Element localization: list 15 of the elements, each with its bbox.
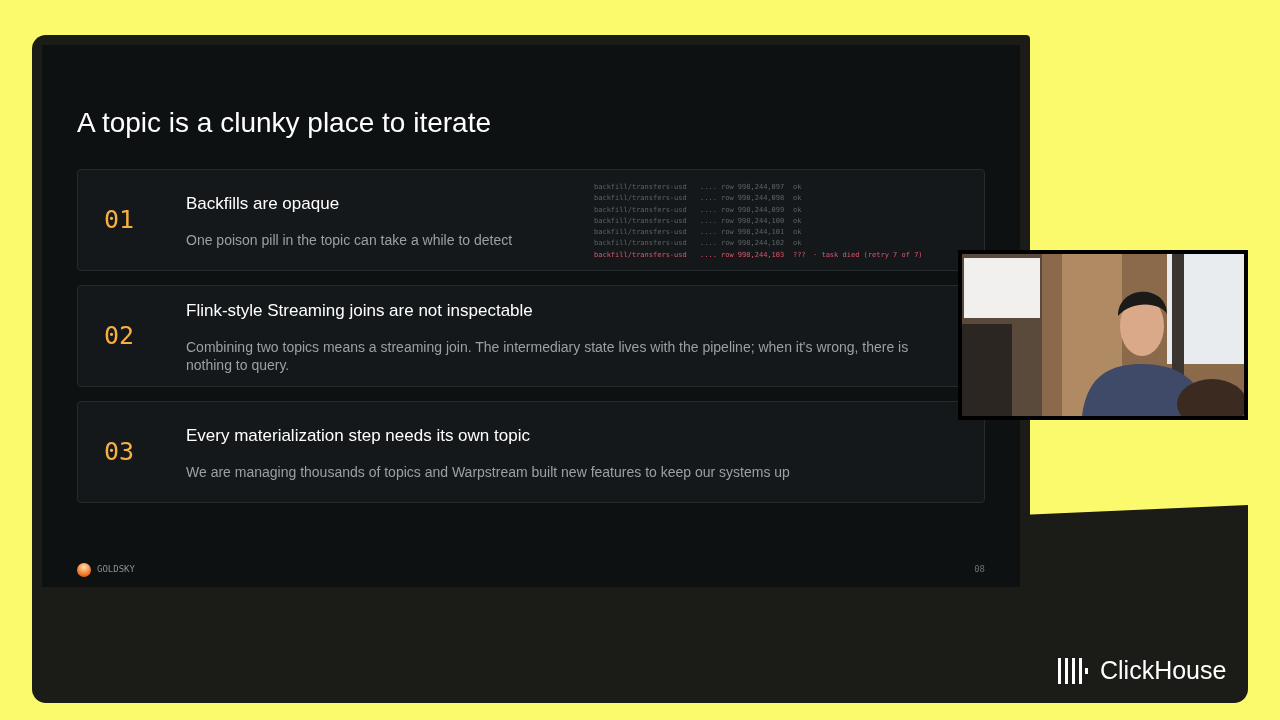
card-number: 02 — [104, 320, 136, 353]
card-body: We are managing thousands of topics and Warpstream built new features to keep our systems up — [186, 462, 790, 481]
card-body: One poison pill in the topic can take a while to detect — [186, 230, 513, 249]
bars-logo-icon — [1058, 657, 1088, 684]
card-number: 03 — [104, 436, 136, 469]
brand-name: GOLDSKY — [97, 563, 135, 577]
slide-title: A topic is a clunky place to iterate — [77, 109, 492, 140]
logo-icon — [77, 563, 91, 577]
brand-name: ClickHouse — [1100, 655, 1227, 686]
card-heading: Every materialization step needs its own topic — [186, 425, 530, 448]
card-heading: Backfills are opaque — [186, 193, 340, 216]
card-body: Combining two topics means a streaming join. The intermediary state lives with the pipeline; when it's wrong, there is nothing to query. — [186, 337, 910, 374]
page-number: 08 — [974, 563, 985, 577]
card-number: 01 — [104, 204, 136, 237]
card-heading: Flink-style Streaming joins are not inspectable — [186, 300, 533, 323]
